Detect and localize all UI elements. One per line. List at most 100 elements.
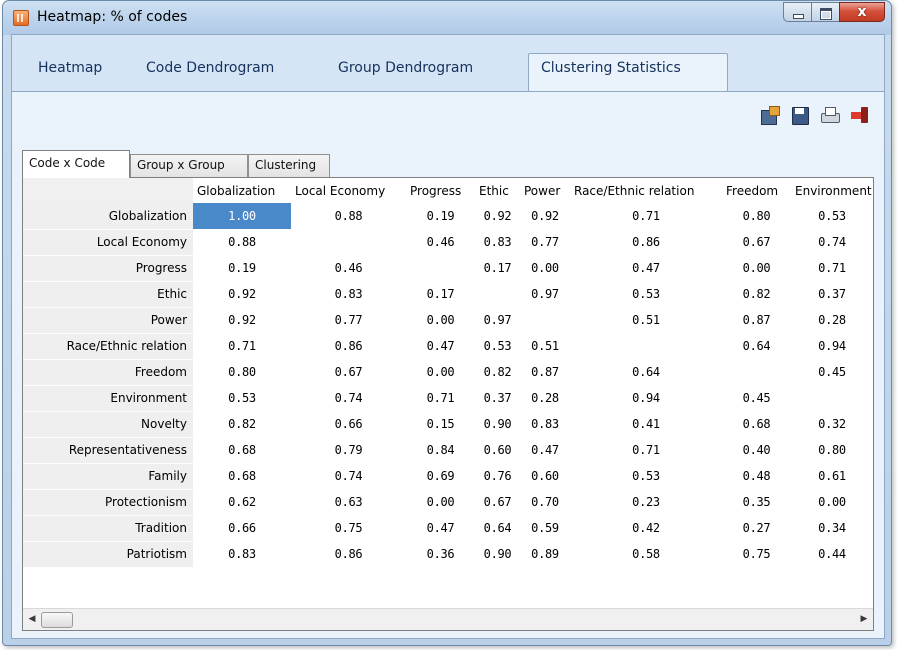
table-cell[interactable]: 0.89 xyxy=(520,541,570,567)
maximize-button[interactable] xyxy=(811,2,839,22)
table-cell[interactable]: 0.28 xyxy=(520,385,570,411)
table-cell[interactable]: 0.00 xyxy=(791,489,873,515)
column-header[interactable]: Progress xyxy=(406,178,475,203)
table-cell[interactable]: 0.71 xyxy=(406,385,475,411)
table-cell[interactable]: 0.83 xyxy=(475,229,520,255)
table-cell[interactable]: 0.80 xyxy=(791,437,873,463)
row-header[interactable]: Family xyxy=(23,463,193,490)
row-header[interactable]: Race/Ethnic relation xyxy=(23,333,193,360)
table-cell[interactable]: 0.77 xyxy=(520,229,570,255)
scroll-left-icon[interactable]: ◀ xyxy=(23,609,41,630)
tab-group-x-group[interactable]: Group x Group xyxy=(130,154,248,177)
table-cell[interactable]: 1.00 xyxy=(193,203,291,229)
table-cell[interactable]: 0.41 xyxy=(570,411,722,437)
table-cell[interactable]: 0.97 xyxy=(520,281,570,307)
table-cell[interactable]: 0.64 xyxy=(570,359,722,385)
table-cell[interactable]: 0.92 xyxy=(193,307,291,333)
table-cell[interactable]: 0.60 xyxy=(475,437,520,463)
table-cell[interactable]: 0.74 xyxy=(791,229,873,255)
tab-clustering[interactable]: Clustering xyxy=(248,154,330,177)
table-cell[interactable]: 0.64 xyxy=(475,515,520,541)
table-cell[interactable]: 0.88 xyxy=(291,203,406,229)
column-header[interactable]: Race/Ethnic relation xyxy=(570,178,722,203)
table-cell[interactable]: 0.82 xyxy=(722,281,791,307)
table-cell[interactable] xyxy=(475,281,520,307)
table-cell[interactable] xyxy=(791,385,873,411)
table-cell[interactable]: 0.79 xyxy=(291,437,406,463)
table-cell[interactable]: 0.53 xyxy=(570,463,722,489)
table-cell[interactable]: 0.70 xyxy=(520,489,570,515)
table-cell[interactable]: 0.53 xyxy=(570,281,722,307)
table-cell[interactable] xyxy=(570,333,722,359)
exit-icon[interactable] xyxy=(850,106,870,124)
table-cell[interactable]: 0.76 xyxy=(475,463,520,489)
table-cell[interactable] xyxy=(406,255,475,281)
column-header[interactable]: Freedom xyxy=(722,178,791,203)
table-cell[interactable]: 0.46 xyxy=(291,255,406,281)
table-cell[interactable]: 0.71 xyxy=(193,333,291,359)
table-cell[interactable]: 0.83 xyxy=(193,541,291,567)
table-cell[interactable]: 0.68 xyxy=(193,437,291,463)
table-cell[interactable]: 0.61 xyxy=(791,463,873,489)
table-cell[interactable]: 0.27 xyxy=(722,515,791,541)
save-icon[interactable] xyxy=(790,106,810,125)
table-cell[interactable]: 0.67 xyxy=(291,359,406,385)
table-cell[interactable]: 0.15 xyxy=(406,411,475,437)
table-cell[interactable]: 0.83 xyxy=(291,281,406,307)
table-cell[interactable]: 0.90 xyxy=(475,411,520,437)
table-cell[interactable]: 0.45 xyxy=(722,385,791,411)
table-cell[interactable]: 0.86 xyxy=(570,229,722,255)
table-cell[interactable]: 0.17 xyxy=(406,281,475,307)
row-header[interactable]: Power xyxy=(23,307,193,334)
table-cell[interactable]: 0.68 xyxy=(193,463,291,489)
table-cell[interactable]: 0.86 xyxy=(291,333,406,359)
table-cell[interactable]: 0.00 xyxy=(722,255,791,281)
row-header[interactable]: Patriotism xyxy=(23,541,193,568)
table-cell[interactable]: 0.80 xyxy=(722,203,791,229)
table-cell[interactable]: 0.67 xyxy=(722,229,791,255)
table-cell[interactable]: 0.71 xyxy=(791,255,873,281)
tab-heatmap[interactable]: Heatmap xyxy=(26,55,114,81)
table-cell[interactable]: 0.23 xyxy=(570,489,722,515)
table-cell[interactable] xyxy=(520,307,570,333)
table-cell[interactable]: 0.71 xyxy=(570,203,722,229)
table-cell[interactable]: 0.77 xyxy=(291,307,406,333)
export-icon[interactable] xyxy=(760,106,780,125)
table-cell[interactable]: 0.92 xyxy=(520,203,570,229)
tab-code-dendrogram[interactable]: Code Dendrogram xyxy=(134,55,286,81)
column-header[interactable]: Environment xyxy=(791,178,873,203)
close-button[interactable]: x xyxy=(839,2,885,22)
table-cell[interactable]: 0.46 xyxy=(406,229,475,255)
table-cell[interactable]: 0.59 xyxy=(520,515,570,541)
table-cell[interactable] xyxy=(722,359,791,385)
table-cell[interactable]: 0.47 xyxy=(570,255,722,281)
tab-code-x-code[interactable]: Code x Code xyxy=(22,150,130,178)
column-header[interactable]: Globalization xyxy=(193,178,291,203)
table-cell[interactable]: 0.00 xyxy=(406,489,475,515)
table-cell[interactable]: 0.44 xyxy=(791,541,873,567)
print-icon[interactable] xyxy=(820,106,840,124)
table-cell[interactable]: 0.51 xyxy=(570,307,722,333)
table-cell[interactable]: 0.51 xyxy=(520,333,570,359)
column-header[interactable]: Local Economy xyxy=(291,178,406,203)
table-cell[interactable]: 0.94 xyxy=(791,333,873,359)
table-cell[interactable]: 0.19 xyxy=(193,255,291,281)
table-cell[interactable]: 0.84 xyxy=(406,437,475,463)
table-cell[interactable]: 0.86 xyxy=(291,541,406,567)
table-cell[interactable]: 0.67 xyxy=(475,489,520,515)
table-cell[interactable]: 0.53 xyxy=(791,203,873,229)
table-cell[interactable]: 0.75 xyxy=(722,541,791,567)
table-cell[interactable]: 0.37 xyxy=(791,281,873,307)
table-cell[interactable]: 0.28 xyxy=(791,307,873,333)
table-cell[interactable]: 0.00 xyxy=(520,255,570,281)
table-cell[interactable]: 0.94 xyxy=(570,385,722,411)
table-cell[interactable]: 0.92 xyxy=(475,203,520,229)
table-cell[interactable]: 0.42 xyxy=(570,515,722,541)
scrollbar-thumb[interactable] xyxy=(41,612,73,628)
table-cell[interactable]: 0.75 xyxy=(291,515,406,541)
table-cell[interactable]: 0.58 xyxy=(570,541,722,567)
scroll-right-icon[interactable]: ▶ xyxy=(855,609,873,630)
table-cell[interactable]: 0.45 xyxy=(791,359,873,385)
row-header[interactable]: Environment xyxy=(23,385,193,412)
table-cell[interactable]: 0.53 xyxy=(193,385,291,411)
